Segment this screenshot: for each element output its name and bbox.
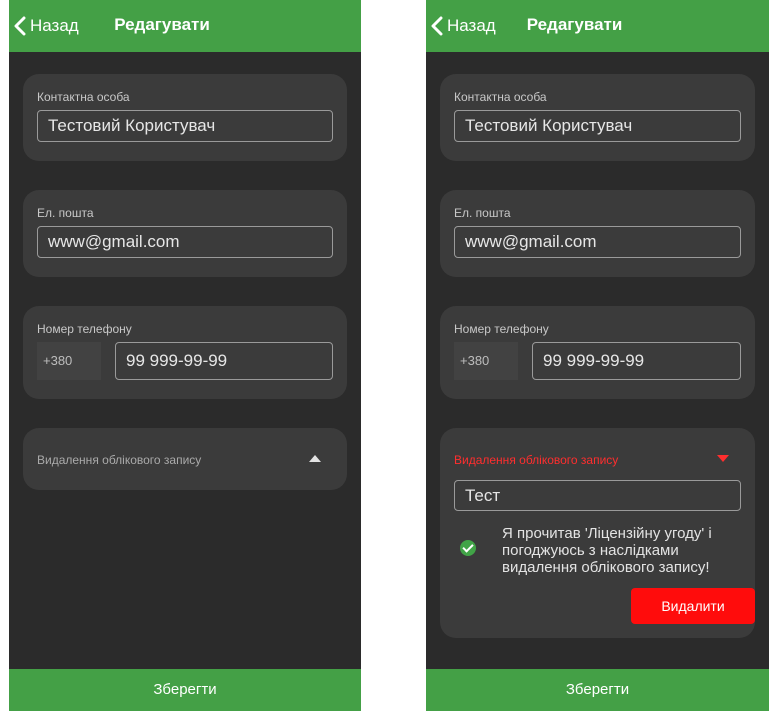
page-title: Редагувати (114, 15, 210, 34)
phone-card: Номер телефону +380 99 999-99-99 (23, 306, 347, 399)
triangle-down-icon (717, 455, 729, 462)
contact-card: Контактна особа Тестовий Користувач (440, 74, 755, 161)
delete-button[interactable]: Видалити (631, 588, 755, 624)
screen-collapsed: Назад Редагувати Контактна особа Тестови… (9, 0, 361, 711)
agreement-checkbox[interactable] (460, 540, 476, 556)
phone-prefix: +380 (37, 342, 101, 380)
save-button[interactable]: Зберегти (9, 669, 361, 711)
deletion-title: Видалення облікового запису (454, 453, 619, 467)
email-field[interactable]: www@gmail.com (454, 226, 741, 258)
email-card: Ел. пошта www@gmail.com (23, 190, 347, 277)
deletion-toggle[interactable]: Видалення облікового запису (37, 450, 333, 472)
phone-prefix: +380 (454, 342, 518, 380)
contact-field[interactable]: Тестовий Користувач (454, 110, 741, 142)
phone-card: Номер телефону +380 99 999-99-99 (440, 306, 755, 399)
screen-expanded: Назад Редагувати Контактна особа Тестови… (426, 0, 769, 711)
deletion-card: Видалення облікового запису Тест Я прочи… (440, 428, 755, 638)
phone-label: Номер телефону (37, 322, 132, 336)
email-field[interactable]: www@gmail.com (37, 226, 333, 258)
deletion-title: Видалення облікового запису (37, 453, 202, 467)
header: Назад Редагувати (9, 0, 361, 52)
email-card: Ел. пошта www@gmail.com (440, 190, 755, 277)
deletion-toggle[interactable]: Видалення облікового запису (454, 450, 741, 472)
agreement-text: Я прочитав 'Ліцензійну угоду' і погоджую… (502, 525, 712, 576)
contact-label: Контактна особа (37, 90, 130, 104)
deletion-confirm-input[interactable]: Тест (454, 480, 741, 511)
phone-field[interactable]: 99 999-99-99 (115, 342, 333, 380)
contact-field[interactable]: Тестовий Користувач (37, 110, 333, 142)
page-title: Редагувати (526, 15, 623, 34)
phone-label: Номер телефону (454, 322, 549, 336)
deletion-card: Видалення облікового запису (23, 428, 347, 490)
header: Назад Редагувати (426, 0, 769, 52)
contact-label: Контактна особа (454, 90, 547, 104)
contact-card: Контактна особа Тестовий Користувач (23, 74, 347, 161)
email-label: Ел. пошта (37, 206, 94, 220)
triangle-up-icon (309, 455, 321, 462)
save-button[interactable]: Зберегти (426, 669, 769, 711)
email-label: Ел. пошта (454, 206, 511, 220)
phone-field[interactable]: 99 999-99-99 (532, 342, 741, 380)
